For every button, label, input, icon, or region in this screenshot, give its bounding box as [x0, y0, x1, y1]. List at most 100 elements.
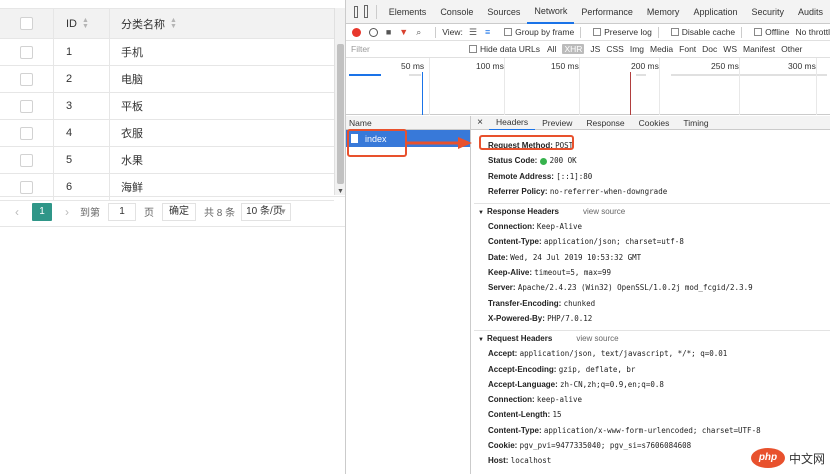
collapse-triangle-icon[interactable]: ▼	[478, 210, 484, 216]
throttling-select[interactable]: No throttl	[796, 27, 830, 37]
offline-checkbox[interactable]	[754, 28, 763, 36]
tab-audits[interactable]: Audits	[791, 0, 830, 24]
list-view-icon[interactable]: ☰	[469, 27, 477, 38]
next-page-icon[interactable]: ›	[58, 205, 76, 219]
row-checkbox[interactable]	[20, 45, 33, 59]
timeline-bar	[671, 74, 827, 76]
collapse-triangle-icon[interactable]: ▼	[478, 337, 484, 343]
device-toolbar-icon[interactable]	[364, 5, 368, 18]
toolbar-divider	[657, 26, 659, 38]
name-column-header[interactable]: Name	[346, 116, 470, 130]
select-all-checkbox[interactable]	[20, 17, 33, 30]
hide-data-urls-checkbox[interactable]	[469, 45, 477, 53]
row-select-cell	[0, 147, 54, 173]
sort-icon[interactable]: ▲ ▼	[82, 17, 89, 30]
table-row[interactable]: 5 水果	[0, 147, 334, 174]
filter-icon[interactable]: ▼	[399, 27, 408, 37]
table-row[interactable]: 2 电脑	[0, 66, 334, 93]
search-icon[interactable]: ⌕	[416, 27, 421, 38]
group-by-frame-label: Group by frame	[515, 27, 575, 37]
clear-icon[interactable]	[368, 27, 378, 37]
goto-page-input[interactable]: 1	[108, 202, 136, 221]
timeline-gridline	[739, 58, 740, 115]
header-value: localhost	[510, 456, 552, 466]
view-source-link[interactable]: view source	[583, 207, 625, 216]
row-checkbox[interactable]	[20, 99, 33, 113]
group-by-frame-checkbox[interactable]	[504, 28, 513, 36]
filter-type-media[interactable]: Media	[650, 44, 673, 54]
filter-type-all[interactable]: All	[547, 44, 556, 54]
filter-type-manifest[interactable]: Manifest	[743, 44, 775, 54]
php-logo: php	[750, 448, 785, 468]
scroll-down-icon[interactable]: ▼	[337, 188, 344, 195]
response-headers-section[interactable]: ▼ Response Headers view source	[474, 203, 830, 219]
detail-tab-headers[interactable]: Headers	[489, 116, 536, 130]
name-column-header[interactable]: 分类名称 ▲ ▼	[110, 9, 334, 38]
row-id: 5	[54, 147, 110, 173]
detail-tab-response[interactable]: Response	[579, 116, 631, 130]
table-row[interactable]: 4 衣服	[0, 120, 334, 147]
tab-performance[interactable]: Performance	[574, 0, 640, 24]
scrollbar-thumb[interactable]	[337, 44, 344, 184]
inspect-icon[interactable]	[354, 5, 359, 18]
table-row[interactable]: 3 平板	[0, 93, 334, 120]
row-select-cell	[0, 120, 54, 146]
network-timeline[interactable]: 50 ms 100 ms 150 ms 200 ms 250 ms 300 ms	[346, 58, 830, 115]
table-scrollbar[interactable]: ▼	[334, 8, 345, 195]
filter-type-font[interactable]: Font	[679, 44, 696, 54]
waterfall-view-icon[interactable]: ≡	[485, 27, 490, 37]
toolbar-divider	[435, 26, 437, 38]
header-row: Status Code: 200 OK	[488, 153, 830, 168]
tab-sources[interactable]: Sources	[480, 0, 527, 24]
filter-type-xhr[interactable]: XHR	[562, 44, 585, 54]
sort-icon[interactable]: ▲ ▼	[170, 17, 177, 30]
tab-network[interactable]: Network	[527, 0, 575, 24]
header-value: application/json, text/javascript, */*; …	[519, 349, 728, 359]
request-headers-section-title: Request Headers	[486, 334, 553, 344]
tab-memory[interactable]: Memory	[640, 0, 687, 24]
tab-console[interactable]: Console	[433, 0, 480, 24]
current-page-button[interactable]: 1	[32, 202, 52, 221]
filter-type-img[interactable]: Img	[630, 44, 644, 54]
disable-cache-label: Disable cache	[681, 27, 736, 37]
header-key: Keep-Alive:	[488, 268, 533, 278]
detail-tab-timing[interactable]: Timing	[676, 116, 715, 130]
header-key: Referrer Policy:	[488, 186, 548, 196]
filter-type-js[interactable]: JS	[590, 44, 600, 54]
id-column-header[interactable]: ID ▲ ▼	[54, 9, 110, 38]
table-header: ID ▲ ▼ 分类名称 ▲ ▼	[0, 8, 334, 39]
filter-type-other[interactable]: Other	[781, 44, 802, 54]
header-value: PHP/7.0.12	[547, 313, 593, 323]
disable-cache-checkbox[interactable]	[670, 28, 679, 36]
detail-tab-cookies[interactable]: Cookies	[632, 116, 677, 130]
filter-type-ws[interactable]: WS	[723, 44, 737, 54]
request-headers-section[interactable]: ▼ Request Headers view source	[474, 330, 830, 346]
header-row: Date: Wed, 24 Jul 2019 10:53:32 GMT	[488, 250, 830, 265]
detail-tab-preview[interactable]: Preview	[535, 116, 579, 130]
filter-type-css[interactable]: CSS	[606, 44, 623, 54]
filter-input[interactable]: Filter	[351, 44, 469, 54]
tab-security[interactable]: Security	[744, 0, 791, 24]
row-checkbox[interactable]	[20, 153, 33, 167]
tab-application[interactable]: Application	[686, 0, 744, 24]
header-value: pgv_pvi=9477335040; pgv_si=s7606084608	[519, 441, 692, 451]
camera-icon[interactable]: ■	[386, 27, 391, 37]
page-size-select[interactable]: 10 条/页 ▼	[241, 202, 292, 221]
timeline-gridline	[429, 58, 430, 115]
preserve-log-checkbox[interactable]	[593, 28, 602, 36]
filter-bar: Filter Hide data URLs All XHR JS CSS Img Medi…	[346, 41, 830, 58]
row-checkbox[interactable]	[20, 180, 33, 194]
filter-type-doc[interactable]: Doc	[702, 44, 717, 54]
row-checkbox[interactable]	[20, 126, 33, 140]
confirm-button[interactable]: 确定	[162, 202, 196, 221]
header-row: Connection: keep-alive	[488, 392, 830, 407]
table-row[interactable]: 1 手机	[0, 39, 334, 66]
view-source-link[interactable]: view source	[576, 334, 618, 343]
row-name: 电脑	[121, 74, 143, 86]
row-checkbox[interactable]	[20, 72, 33, 86]
close-icon[interactable]: ×	[471, 117, 489, 128]
record-icon[interactable]	[352, 27, 361, 37]
header-key: Date:	[488, 252, 509, 262]
prev-page-icon[interactable]: ‹	[8, 205, 26, 219]
tab-elements[interactable]: Elements	[382, 0, 434, 24]
